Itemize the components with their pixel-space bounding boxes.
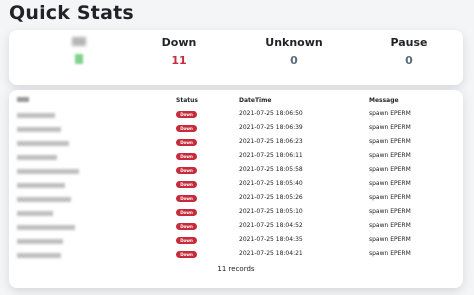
stat-pause-value: 0 — [405, 54, 413, 67]
stat-up — [49, 36, 109, 67]
status-badge: Down — [176, 223, 197, 230]
table-row[interactable]: Down 2021-07-25 18:04:35 spawn EPERM — [9, 235, 463, 249]
table-row[interactable]: Down 2021-07-25 18:05:26 spawn EPERM — [9, 193, 463, 207]
table-row[interactable]: Down 2021-07-25 18:06:50 spawn EPERM — [9, 109, 463, 123]
stat-down-value: 11 — [171, 54, 187, 67]
status-badge: Down — [176, 139, 197, 146]
table-row[interactable]: Down 2021-07-25 18:05:40 spawn EPERM — [9, 179, 463, 193]
table-row[interactable]: Down 2021-07-25 18:04:21 spawn EPERM — [9, 249, 463, 263]
stat-pause-label: Pause — [390, 36, 428, 49]
message-cell: spawn EPERM — [369, 110, 411, 117]
table-row[interactable]: Down 2021-07-25 18:06:39 spawn EPERM — [9, 123, 463, 137]
datetime-cell: 2021-07-25 18:06:39 — [239, 124, 303, 131]
table-row[interactable]: Down 2021-07-25 18:05:10 spawn EPERM — [9, 207, 463, 221]
status-badge: Down — [176, 153, 197, 160]
message-cell: spawn EPERM — [369, 194, 411, 201]
status-badge: Down — [176, 111, 197, 118]
heartbeat-table-card: Status DateTime Message Down 2021-07-25 1… — [9, 90, 463, 288]
status-badge: Down — [176, 167, 197, 174]
datetime-cell: 2021-07-25 18:05:58 — [239, 166, 303, 173]
stat-down: Down 11 — [149, 36, 209, 67]
status-badge: Down — [176, 251, 197, 258]
column-header-name-redacted — [17, 97, 29, 104]
message-cell: spawn EPERM — [369, 152, 411, 159]
message-cell: spawn EPERM — [369, 208, 411, 215]
message-cell: spawn EPERM — [369, 166, 411, 173]
status-badge: Down — [176, 125, 197, 132]
datetime-cell: 2021-07-25 18:04:21 — [239, 250, 303, 257]
status-badge: Down — [176, 237, 197, 244]
message-cell: spawn EPERM — [369, 180, 411, 187]
page-title: Quick Stats — [9, 2, 134, 24]
message-cell: spawn EPERM — [369, 124, 411, 131]
stat-down-label: Down — [161, 36, 197, 49]
datetime-cell: 2021-07-25 18:06:50 — [239, 110, 303, 117]
message-cell: spawn EPERM — [369, 138, 411, 145]
column-header-status: Status — [176, 97, 198, 104]
stat-unknown-value: 0 — [290, 54, 298, 67]
datetime-cell: 2021-07-25 18:05:10 — [239, 208, 303, 215]
datetime-cell: 2021-07-25 18:04:35 — [239, 236, 303, 243]
table-row[interactable]: Down 2021-07-25 18:06:23 spawn EPERM — [9, 137, 463, 151]
monitor-name-redacted — [17, 253, 61, 258]
monitor-name-redacted — [17, 225, 75, 230]
stat-up-value-redacted — [49, 54, 109, 67]
datetime-cell: 2021-07-25 18:05:40 — [239, 180, 303, 187]
datetime-cell: 2021-07-25 18:04:52 — [239, 222, 303, 229]
monitor-name-redacted — [17, 239, 63, 244]
stat-unknown-label: Unknown — [265, 36, 323, 49]
table-row[interactable]: Down 2021-07-25 18:04:52 spawn EPERM — [9, 221, 463, 235]
stat-up-label-redacted — [49, 36, 109, 49]
message-cell: spawn EPERM — [369, 236, 411, 243]
datetime-cell: 2021-07-25 18:06:23 — [239, 138, 303, 145]
monitor-name-redacted — [17, 169, 79, 174]
column-header-datetime: DateTime — [239, 97, 272, 104]
quick-stats-card: Down 11 Unknown 0 Pause 0 — [9, 30, 463, 85]
status-badge: Down — [176, 209, 197, 216]
monitor-name-redacted — [17, 197, 71, 202]
message-cell: spawn EPERM — [369, 250, 411, 257]
column-header-message: Message — [369, 97, 399, 104]
monitor-name-redacted — [17, 155, 57, 160]
monitor-name-redacted — [17, 141, 69, 146]
monitor-name-redacted — [17, 211, 53, 216]
table-row[interactable]: Down 2021-07-25 18:05:58 spawn EPERM — [9, 165, 463, 179]
records-count: 11 records — [217, 265, 255, 273]
monitor-name-redacted — [17, 113, 55, 118]
message-cell: spawn EPERM — [369, 222, 411, 229]
status-badge: Down — [176, 181, 197, 188]
monitor-name-redacted — [17, 127, 61, 132]
stat-unknown: Unknown 0 — [259, 36, 329, 67]
monitor-name-redacted — [17, 183, 65, 188]
table-row[interactable]: Down 2021-07-25 18:06:11 spawn EPERM — [9, 151, 463, 165]
datetime-cell: 2021-07-25 18:06:11 — [239, 152, 303, 159]
stat-pause: Pause 0 — [379, 36, 439, 67]
datetime-cell: 2021-07-25 18:05:26 — [239, 194, 303, 201]
status-badge: Down — [176, 195, 197, 202]
